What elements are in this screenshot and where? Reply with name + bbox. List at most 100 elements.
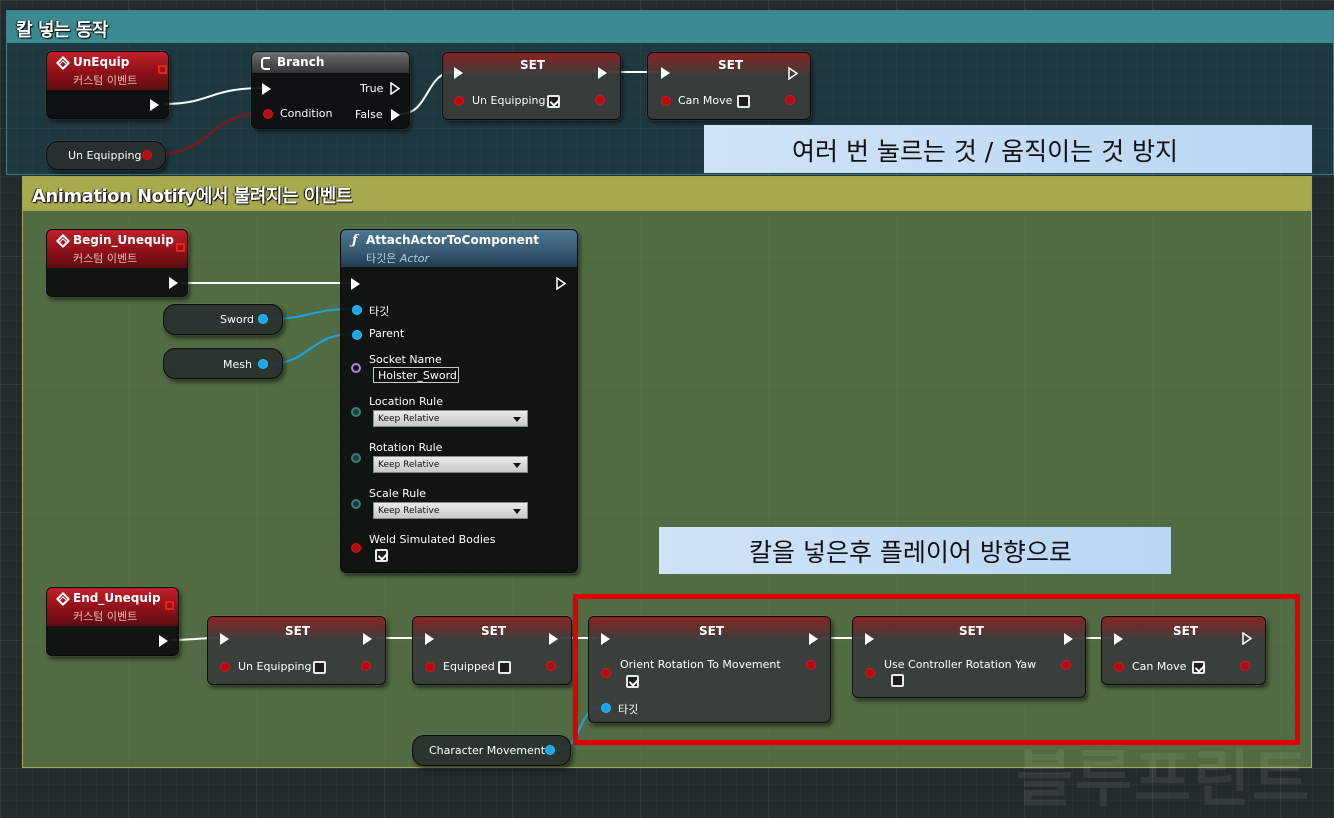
note-text: 여러 번 눌르는 것 / 움직이는 것 방지 [792,137,1179,166]
function-icon: ƒ [352,233,358,248]
comment-title: 칼 넣는 동작 [16,20,108,41]
set-equipped-node[interactable]: SET Equipped [412,616,572,685]
condition-pin[interactable] [263,109,273,119]
watermark-blueprint: 블루프린트 [1016,742,1312,815]
output-pin[interactable] [595,95,605,105]
set-title: SET [481,624,507,638]
output-pin[interactable] [545,745,555,755]
var-label: Mesh [223,358,252,371]
value-checkbox[interactable] [498,661,511,674]
exec-out-pin[interactable] [549,633,558,645]
rotation-rule-pin[interactable] [351,453,361,463]
weld-label: Weld Simulated Bodies [369,533,496,546]
value-pin[interactable] [220,662,230,672]
value-checkbox[interactable] [313,661,326,674]
set-un-equipping-node[interactable]: SET Un Equipping [442,52,621,120]
value-pin[interactable] [661,96,671,106]
unequip-event-node[interactable]: UnEquip 커스텀 이벤트 [46,51,169,119]
true-label: True [360,82,384,95]
socket-name-pin[interactable] [351,363,361,373]
comment-header[interactable]: 칼 넣는 동작 [7,11,1333,43]
begin-unequip-event-node[interactable]: Begin_Unequip 커스텀 이벤트 [46,229,188,297]
var-label: Un Equipping [68,149,142,162]
event-subtitle: 커스텀 이벤트 [73,74,138,87]
output-pin[interactable] [258,314,268,324]
location-rule-pin[interactable] [351,407,361,417]
var-label: Un Equipping [472,94,546,107]
branch-icon [261,57,270,70]
attach-actor-to-component-node[interactable]: ƒ AttachActorToComponent 타깃은 Actor 타깃 Pa… [340,229,578,573]
chevron-down-icon [513,417,521,422]
event-title: UnEquip [73,55,130,69]
exec-out-pin[interactable] [159,635,168,647]
var-label: Sword [220,313,255,326]
dropdown-value: Keep Relative [378,506,440,516]
value-checkbox[interactable] [547,95,560,108]
parent-pin[interactable] [352,330,362,340]
character-movement-getter-node[interactable]: Character Movement [412,735,571,766]
delegate-pin[interactable] [165,601,174,610]
scale-rule-pin[interactable] [351,499,361,509]
exec-out-pin[interactable] [556,277,567,290]
exec-out-pin[interactable] [150,99,159,111]
event-title: Begin_Unequip [73,233,174,247]
delegate-pin[interactable] [176,243,185,252]
exec-in-pin[interactable] [661,67,670,79]
exec-in-pin[interactable] [425,633,434,645]
event-subtitle: 커스텀 이벤트 [73,252,138,265]
true-exec-pin[interactable] [390,82,401,95]
un-equipping-getter-node[interactable]: Un Equipping [46,141,166,170]
weld-checkbox[interactable] [375,549,388,562]
set-title: SET [285,624,311,638]
comment-header[interactable]: Animation Notify에서 불려지는 이벤트 [23,177,1311,211]
exec-in-pin[interactable] [454,67,463,79]
chevron-down-icon [513,463,521,468]
exec-out-pin[interactable] [788,67,799,80]
target-pin[interactable] [352,305,362,315]
output-pin[interactable] [546,661,556,671]
false-label: False [355,108,383,121]
event-title: End_Unequip [73,591,161,605]
weld-pin[interactable] [351,543,361,553]
var-label: Equipped [443,660,495,673]
branch-title: Branch [277,55,325,69]
chevron-down-icon [513,509,521,514]
delegate-pin[interactable] [158,65,167,74]
output-pin[interactable] [785,95,795,105]
socket-name-label: Socket Name [369,353,442,366]
output-pin[interactable] [361,661,371,671]
false-exec-pin[interactable] [391,109,400,121]
var-label: Un Equipping [238,660,312,673]
condition-label: Condition [280,107,333,120]
exec-in-pin[interactable] [262,83,271,95]
output-pin[interactable] [258,359,268,369]
exec-in-pin[interactable] [351,278,360,290]
value-pin[interactable] [454,96,464,106]
location-rule-label: Location Rule [369,395,443,408]
scale-rule-dropdown[interactable]: Keep Relative [373,502,528,519]
exec-in-pin[interactable] [220,633,229,645]
exec-out-pin[interactable] [169,277,178,289]
highlight-box [573,594,1300,745]
dropdown-value: Keep Relative [378,460,440,470]
note-text: 칼을 넣은후 플레이어 방향으로 [749,538,1072,567]
sword-getter-node[interactable]: Sword [163,304,283,335]
exec-out-pin[interactable] [363,633,372,645]
exec-out-pin[interactable] [598,67,607,79]
branch-node[interactable]: Branch True Condition False [251,51,410,129]
output-pin[interactable] [142,150,152,160]
mesh-getter-node[interactable]: Mesh [163,348,283,379]
value-checkbox[interactable] [737,95,750,108]
target-label: 타깃 [369,305,390,318]
socket-name-input[interactable]: Holster_Sword [373,367,459,383]
value-pin[interactable] [425,662,435,672]
end-unequip-event-node[interactable]: End_Unequip 커스텀 이벤트 [46,587,179,656]
set-can-move-node[interactable]: SET Can Move [647,52,811,120]
rotation-rule-dropdown[interactable]: Keep Relative [373,456,528,473]
set-title: SET [718,58,744,72]
set-un-equipping-node[interactable]: SET Un Equipping [207,616,386,685]
note-face-direction: 칼을 넣은후 플레이어 방향으로 [659,527,1171,574]
location-rule-dropdown[interactable]: Keep Relative [373,410,528,427]
var-label: Character Movement [429,744,546,757]
parent-label: Parent [369,327,405,340]
